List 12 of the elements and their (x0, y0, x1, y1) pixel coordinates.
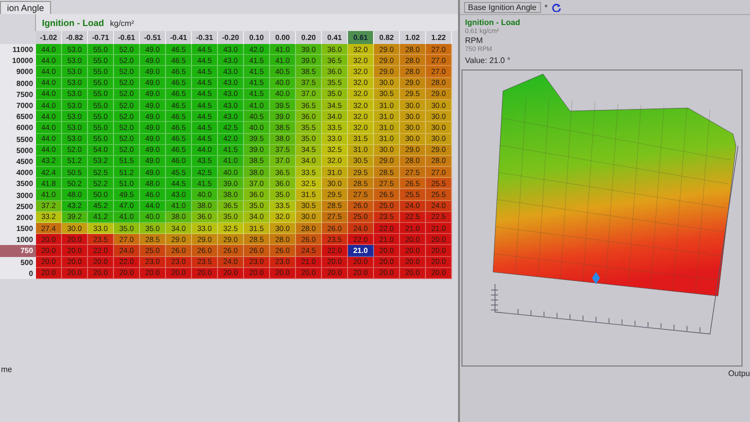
axis-label: Outpu (728, 369, 750, 378)
axis-name: RPM (465, 36, 484, 45)
tab-marker[interactable]: * (544, 2, 548, 12)
unit-label: kg/cm² (110, 19, 134, 28)
refresh-icon[interactable] (552, 2, 561, 12)
view-tab[interactable]: Base Ignition Angle (464, 2, 540, 12)
position-marker-icon (592, 272, 600, 284)
table-title: Ignition - Load (42, 18, 104, 28)
editor-tab[interactable]: ion Angle (0, 1, 52, 14)
footer-text: me (1, 365, 12, 374)
axis-name: Ignition - Load (465, 18, 522, 27)
value-readout: Value: 21.0 ° (465, 56, 512, 65)
